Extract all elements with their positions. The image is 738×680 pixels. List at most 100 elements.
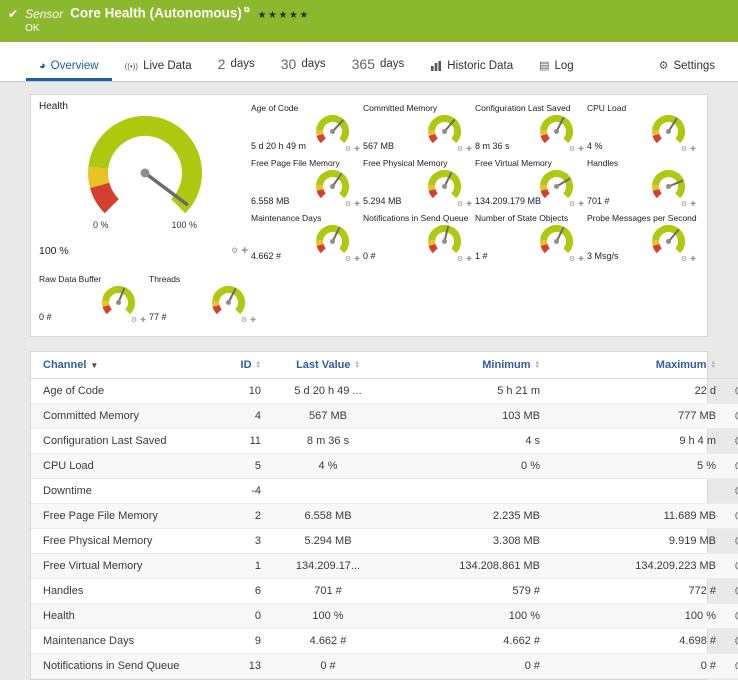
cell-id: 5 xyxy=(205,454,265,479)
gear-icon[interactable]: ⚙ xyxy=(681,145,687,153)
column-header-channel[interactable]: Channel▼ xyxy=(31,352,205,379)
gauge-value: 0 # xyxy=(39,312,52,322)
tab-label: days xyxy=(380,58,404,70)
gear-icon[interactable]: ⚙ xyxy=(457,255,463,263)
gear-icon[interactable]: ⚙ xyxy=(457,145,463,153)
tab-live-data[interactable]: ((•))Live Data xyxy=(112,55,205,81)
gear-icon[interactable]: ⚙ xyxy=(131,316,137,324)
gauge-card-configuration-last-saved: Configuration Last Saved8 m 36 s⚙✚ xyxy=(475,101,587,156)
cell-min: 100 % xyxy=(391,604,544,629)
pin-icon[interactable]: ✚ xyxy=(578,255,584,263)
gear-icon[interactable]: ⚙ xyxy=(241,316,247,324)
channel-settings-icon[interactable]: ⚙ xyxy=(734,659,738,673)
cell-channel: Health xyxy=(31,604,205,629)
pin-icon[interactable]: ✚ xyxy=(690,145,696,153)
cell-max: 9 h 4 m xyxy=(544,429,720,454)
tab-historic-data[interactable]: Historic Data xyxy=(417,55,526,81)
gear-icon[interactable]: ⚙ xyxy=(569,200,575,208)
tab-settings[interactable]: ⚙Settings xyxy=(646,54,728,81)
pin-icon[interactable]: ✚ xyxy=(241,246,248,255)
channel-settings-icon[interactable]: ⚙ xyxy=(734,559,738,573)
gauge-card-age-of-code: Age of Code5 d 20 h 49 m⚙✚ xyxy=(251,101,363,156)
pin-icon[interactable]: ✚ xyxy=(354,145,360,153)
gear-icon[interactable]: ⚙ xyxy=(231,246,238,255)
tab-log[interactable]: ▤Log xyxy=(526,54,587,81)
gauge-value: 5.294 MB xyxy=(363,196,402,206)
gauge-title: Number of State Objects xyxy=(475,211,587,223)
gauge-title: Handles xyxy=(587,156,699,168)
gauge-value: 1 # xyxy=(475,251,488,261)
tab-overview[interactable]: ◕Overview xyxy=(26,55,112,81)
cell-max: 4.698 # xyxy=(544,629,720,654)
sort-icon: ▲▼ xyxy=(535,361,540,370)
channel-settings-icon[interactable]: ⚙ xyxy=(734,634,738,648)
gauge-title: Free Page File Memory xyxy=(251,156,363,168)
historic-data-icon xyxy=(430,60,442,72)
sort-icon: ▲▼ xyxy=(256,361,261,370)
column-header-id[interactable]: ID▲▼ xyxy=(205,352,265,379)
gear-icon[interactable]: ⚙ xyxy=(569,255,575,263)
cell-last: 100 % xyxy=(265,604,391,629)
pin-icon[interactable]: ✚ xyxy=(466,255,472,263)
channel-settings-icon[interactable]: ⚙ xyxy=(734,409,738,423)
tab-30-days[interactable]: 30days xyxy=(268,51,339,81)
gauge-value: 5 d 20 h 49 m xyxy=(251,141,306,151)
pin-icon[interactable]: ✚ xyxy=(250,316,256,324)
gauge-card-notifications-in-send-queue: Notifications in Send Queue0 #⚙✚ xyxy=(363,211,475,266)
pin-icon[interactable]: ✚ xyxy=(466,200,472,208)
gauge-title: Notifications in Send Queue xyxy=(363,211,475,223)
priority-stars[interactable]: ★★★★★ xyxy=(258,10,310,21)
column-header-minimum[interactable]: Minimum▲▼ xyxy=(391,352,544,379)
pin-icon[interactable]: ✚ xyxy=(690,255,696,263)
channel-settings-icon[interactable]: ⚙ xyxy=(734,434,738,448)
gear-icon[interactable]: ⚙ xyxy=(345,145,351,153)
channel-settings-icon[interactable]: ⚙ xyxy=(734,609,738,623)
gear-icon[interactable]: ⚙ xyxy=(457,200,463,208)
cell-id: 9 xyxy=(205,629,265,654)
channel-settings-icon[interactable]: ⚙ xyxy=(734,584,738,598)
channel-settings-icon[interactable]: ⚙ xyxy=(734,509,738,523)
cell-channel: Committed Memory xyxy=(31,404,205,429)
pin-icon[interactable]: ✚ xyxy=(578,145,584,153)
gauge-card-maintenance-days: Maintenance Days4.662 #⚙✚ xyxy=(251,211,363,266)
cell-max xyxy=(544,479,720,504)
cell-max: 22 d xyxy=(544,379,720,404)
cell-channel: CPU Load xyxy=(31,454,205,479)
gauge-value: 134.209.179 MB xyxy=(475,196,541,206)
gauge-card-committed-memory: Committed Memory567 MB⚙✚ xyxy=(363,101,475,156)
sort-desc-icon: ▼ xyxy=(90,361,98,370)
gear-icon[interactable]: ⚙ xyxy=(569,145,575,153)
gauge-card-health: Health 0 % 100 % 100 % ⚙✚ xyxy=(39,101,251,261)
cell-max: 9.919 MB xyxy=(544,529,720,554)
gear-icon[interactable]: ⚙ xyxy=(345,200,351,208)
channel-settings-icon[interactable]: ⚙ xyxy=(734,384,738,398)
gear-icon[interactable]: ⚙ xyxy=(681,200,687,208)
column-header-maximum[interactable]: Maximum▲▼ xyxy=(544,352,720,379)
cell-id: 11 xyxy=(205,429,265,454)
pin-icon[interactable]: ✚ xyxy=(354,255,360,263)
gauge-title: Configuration Last Saved xyxy=(475,101,587,113)
object-kind-label: Sensor xyxy=(25,7,63,21)
pin-icon[interactable]: ✚ xyxy=(578,200,584,208)
title-flag-icon: ⧉ xyxy=(244,5,250,14)
pin-icon[interactable]: ✚ xyxy=(354,200,360,208)
pin-icon[interactable]: ✚ xyxy=(140,316,146,324)
gauge-title: Free Physical Memory xyxy=(363,156,475,168)
gear-icon[interactable]: ⚙ xyxy=(345,255,351,263)
gauge-title: Maintenance Days xyxy=(251,211,363,223)
gear-icon[interactable]: ⚙ xyxy=(681,255,687,263)
column-header-last-value[interactable]: Last Value▲▼ xyxy=(265,352,391,379)
channel-settings-icon[interactable]: ⚙ xyxy=(734,534,738,548)
channel-settings-icon[interactable]: ⚙ xyxy=(734,459,738,473)
pin-icon[interactable]: ✚ xyxy=(466,145,472,153)
gauge-card-raw-data-buffer: Raw Data Buffer0 #⚙✚ xyxy=(39,272,149,327)
cell-last: 134.209.17... xyxy=(265,554,391,579)
channel-settings-icon[interactable]: ⚙ xyxy=(734,484,738,498)
tab-label: days xyxy=(230,58,254,70)
cell-id: 6 xyxy=(205,579,265,604)
channels-table-panel: Channel▼ID▲▼Last Value▲▼Minimum▲▼Maximum… xyxy=(30,351,708,680)
tab-365-days[interactable]: 365days xyxy=(339,51,418,81)
gauge-scale-min: 0 % xyxy=(93,220,109,230)
tab-2-days[interactable]: 2days xyxy=(205,51,268,81)
pin-icon[interactable]: ✚ xyxy=(690,200,696,208)
